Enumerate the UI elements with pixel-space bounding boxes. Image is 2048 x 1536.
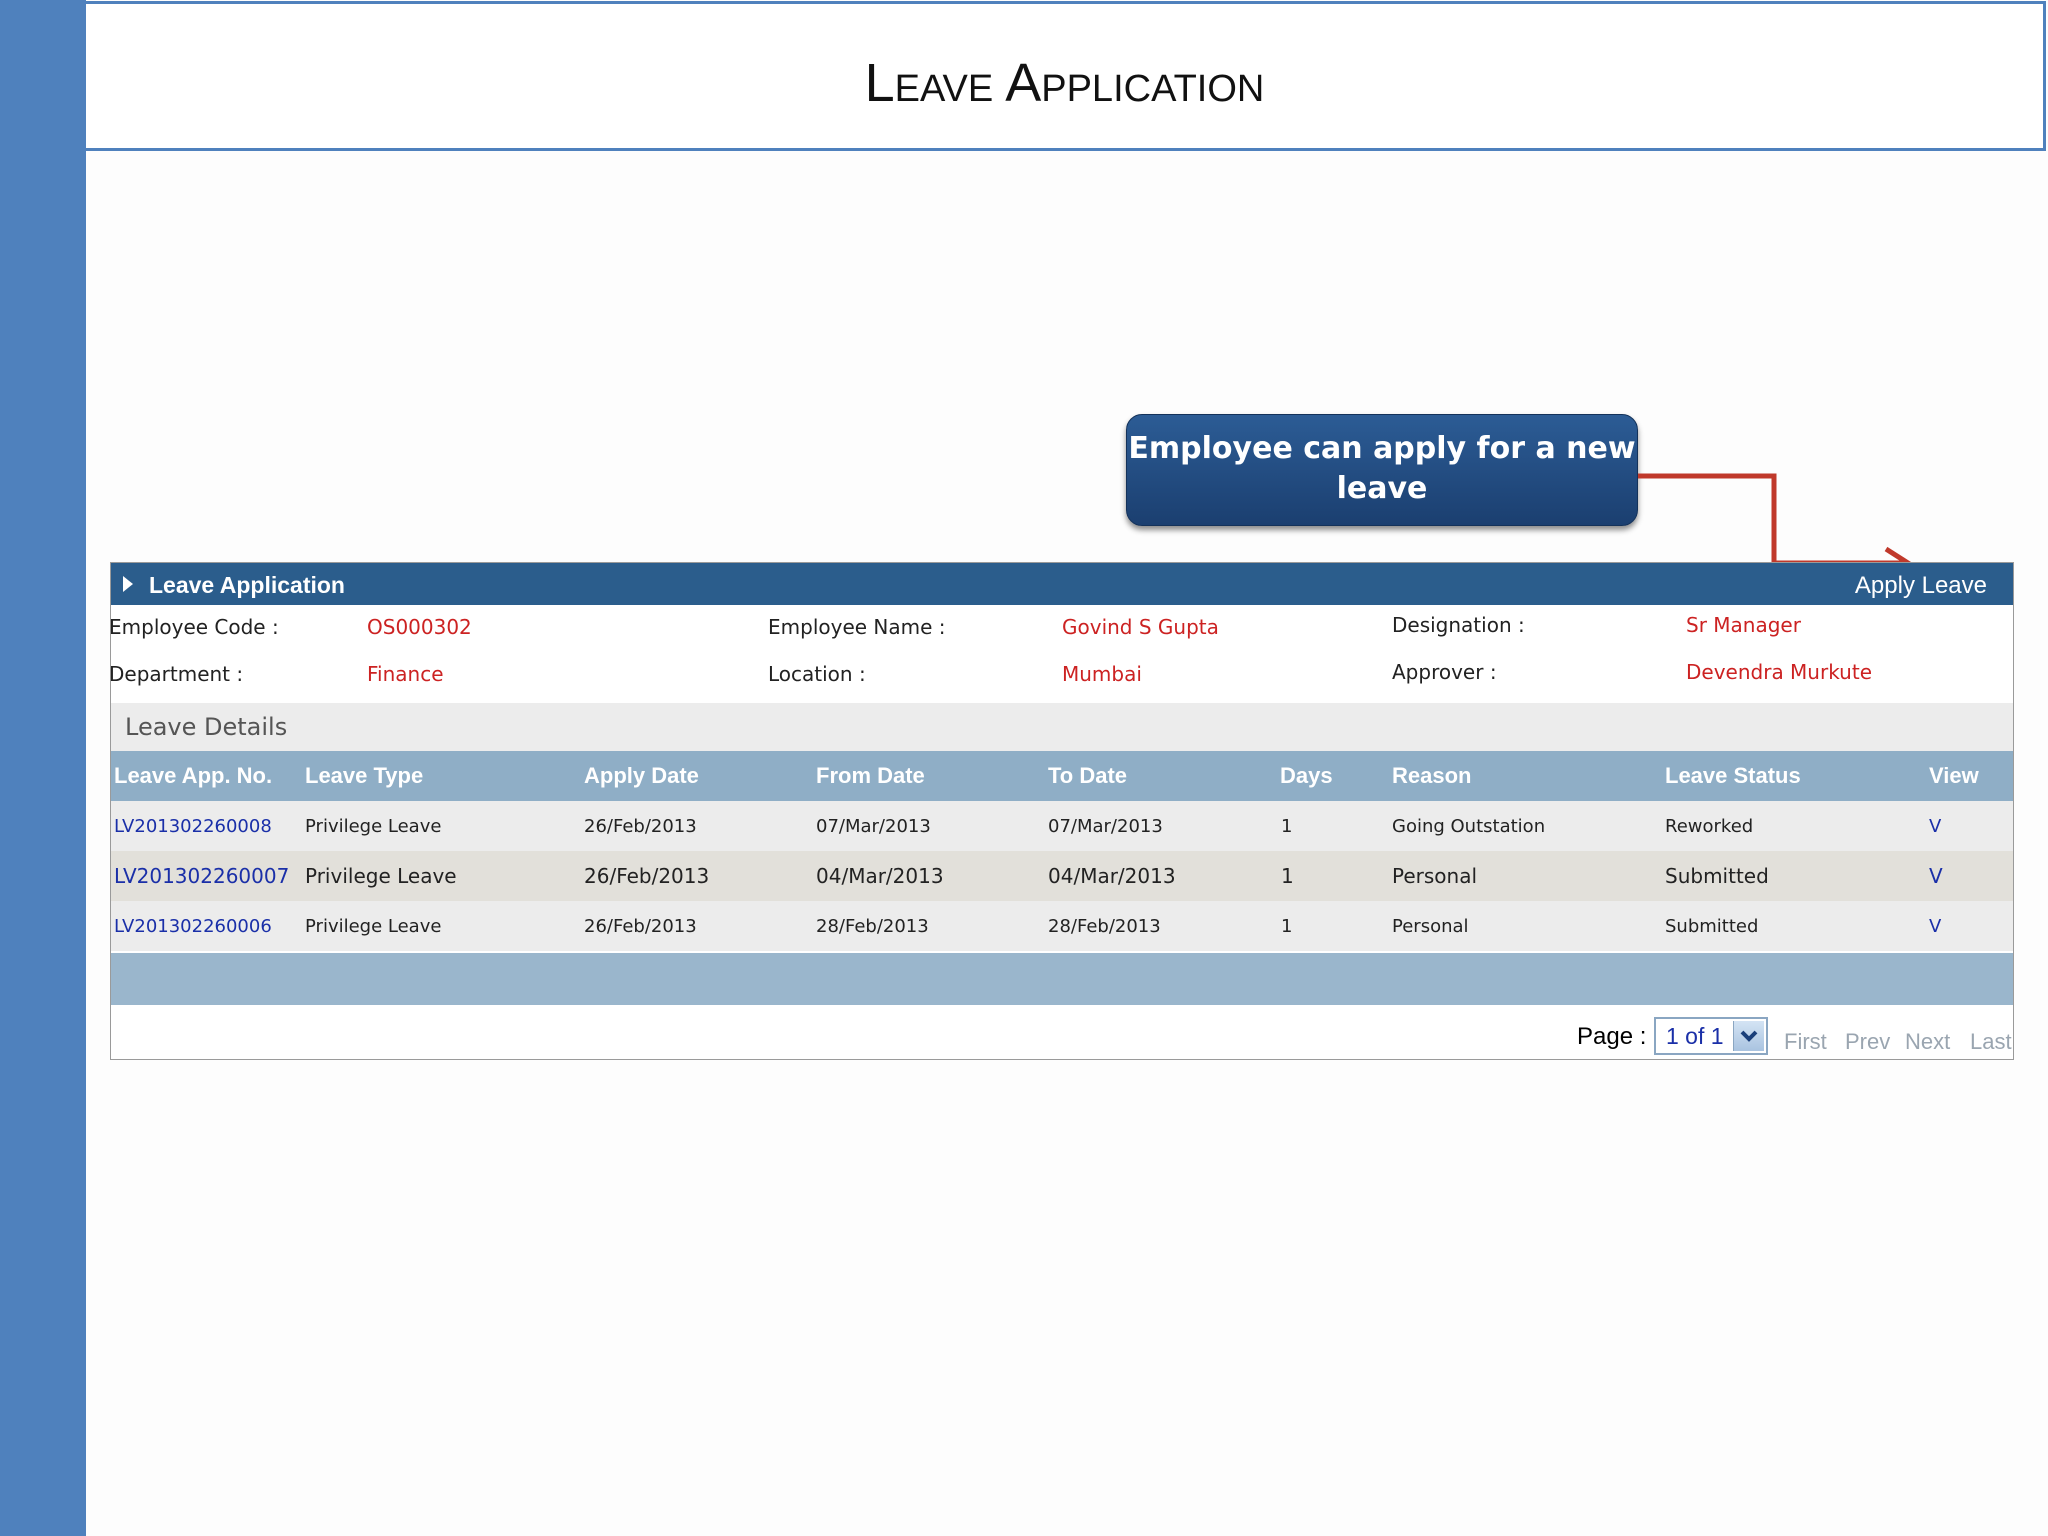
- col-header-leave-type[interactable]: Leave Type: [305, 763, 423, 789]
- view-link[interactable]: V: [1929, 864, 1943, 888]
- apply-date-cell: 26/Feb/2013: [584, 864, 710, 888]
- from-date-cell: 04/Mar/2013: [816, 864, 944, 888]
- table-row: LV201302260007 Privilege Leave 26/Feb/20…: [111, 851, 2013, 901]
- page-select[interactable]: 1 of 1: [1654, 1017, 1768, 1055]
- page-select-value: 1 of 1: [1666, 1023, 1724, 1049]
- approver-value: Devendra Murkute: [1686, 660, 1872, 684]
- reason-cell: Going Outstation: [1392, 816, 1546, 837]
- leave-app-no-link[interactable]: LV201302260006: [114, 916, 272, 937]
- location-label: Location :: [768, 662, 866, 686]
- col-header-to-date[interactable]: To Date: [1048, 763, 1127, 789]
- days-cell: 1: [1281, 916, 1293, 937]
- location-value: Mumbai: [1062, 662, 1142, 686]
- view-link[interactable]: V: [1929, 816, 1941, 837]
- reason-cell: Personal: [1392, 916, 1469, 937]
- leave-app-no-link[interactable]: LV201302260008: [114, 816, 272, 837]
- from-date-cell: 07/Mar/2013: [816, 816, 931, 837]
- employee-code-label: Employee Code :: [109, 615, 279, 639]
- callout-box: Employee can apply for a new leave: [1126, 414, 1638, 526]
- panel-title: Leave Application: [149, 572, 345, 598]
- col-header-app-no[interactable]: Leave App. No.: [114, 763, 272, 789]
- callout-text: Employee can apply for a new leave: [1128, 431, 1636, 506]
- leave-app-no-link[interactable]: LV201302260007: [114, 864, 289, 888]
- reason-cell: Personal: [1392, 864, 1478, 888]
- designation-label: Designation :: [1392, 613, 1525, 637]
- days-cell: 1: [1281, 816, 1293, 837]
- to-date-cell: 28/Feb/2013: [1048, 916, 1161, 937]
- table-header: Leave App. No. Leave Type Apply Date Fro…: [111, 751, 2013, 801]
- chevron-down-icon[interactable]: [1733, 1021, 1764, 1051]
- status-cell: Submitted: [1665, 864, 1769, 888]
- leave-details-heading: Leave Details: [125, 713, 288, 741]
- last-page-link[interactable]: Last: [1970, 1029, 2012, 1055]
- expand-triangle-icon[interactable]: [123, 576, 133, 592]
- to-date-cell: 07/Mar/2013: [1048, 816, 1163, 837]
- apply-date-cell: 26/Feb/2013: [584, 916, 697, 937]
- employee-name-value: Govind S Gupta: [1062, 615, 1219, 639]
- view-link[interactable]: V: [1929, 916, 1941, 937]
- from-date-cell: 28/Feb/2013: [816, 916, 929, 937]
- table-row: LV201302260006 Privilege Leave 26/Feb/20…: [111, 901, 2013, 951]
- next-page-link[interactable]: Next: [1905, 1029, 1950, 1055]
- to-date-cell: 04/Mar/2013: [1048, 864, 1176, 888]
- department-label: Department :: [109, 662, 244, 686]
- first-page-link[interactable]: First: [1784, 1029, 1827, 1055]
- col-header-apply-date[interactable]: Apply Date: [584, 763, 699, 789]
- leave-type-cell: Privilege Leave: [305, 916, 442, 937]
- leave-type-cell: Privilege Leave: [305, 816, 442, 837]
- page-label: Page :: [1577, 1023, 1647, 1050]
- prev-page-link[interactable]: Prev: [1845, 1029, 1890, 1055]
- designation-value: Sr Manager: [1686, 613, 1801, 637]
- col-header-view[interactable]: View: [1929, 763, 1979, 789]
- leave-application-panel: Leave Application Apply Leave Employee C…: [109, 562, 2014, 1060]
- employee-name-label: Employee Name :: [768, 615, 946, 639]
- status-cell: Submitted: [1665, 916, 1759, 937]
- table-row: LV201302260008 Privilege Leave 26/Feb/20…: [111, 801, 2013, 851]
- col-header-days[interactable]: Days: [1280, 763, 1333, 789]
- col-header-leave-status[interactable]: Leave Status: [1665, 763, 1801, 789]
- col-header-from-date[interactable]: From Date: [816, 763, 925, 789]
- apply-leave-link[interactable]: Apply Leave: [1855, 572, 1987, 600]
- slide-title-box: Leave Application: [86, 1, 2046, 151]
- col-header-reason[interactable]: Reason: [1392, 763, 1471, 789]
- table-footer: [111, 953, 2013, 1005]
- apply-date-cell: 26/Feb/2013: [584, 816, 697, 837]
- status-cell: Reworked: [1665, 816, 1754, 837]
- left-accent-bar: [0, 0, 86, 1536]
- slide-title: Leave Application: [864, 53, 1265, 113]
- leave-type-cell: Privilege Leave: [305, 864, 457, 888]
- days-cell: 1: [1281, 864, 1294, 888]
- leave-details-bar: Leave Details: [111, 703, 2013, 751]
- panel-header: Leave Application Apply Leave: [111, 563, 2013, 605]
- department-value: Finance: [367, 662, 444, 686]
- approver-label: Approver :: [1392, 660, 1497, 684]
- employee-code-value: OS000302: [367, 615, 472, 639]
